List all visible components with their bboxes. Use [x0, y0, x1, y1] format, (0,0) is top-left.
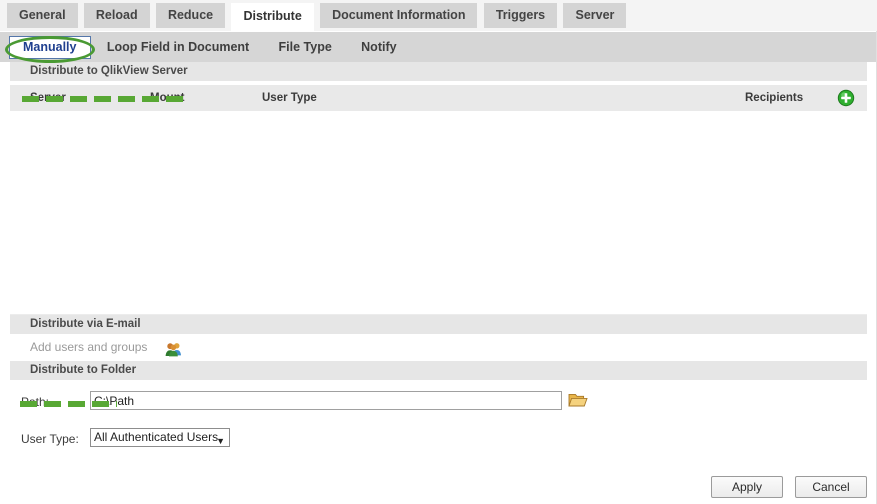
- action-footer: Apply Cancel: [0, 466, 877, 504]
- column-header-user-type: User Type: [262, 92, 317, 104]
- qvs-grid-body[interactable]: [10, 111, 867, 315]
- folder-section-body: Path: User Type: All Authenticated Users…: [10, 380, 867, 456]
- sub-tab-strip: Manually Loop Field in Document File Typ…: [0, 31, 877, 62]
- tab-general[interactable]: General: [7, 3, 78, 28]
- section-header-qlikview-server: Distribute to QlikView Server: [10, 62, 867, 81]
- path-field-row: Path:: [10, 391, 867, 419]
- chevron-down-icon: ▼: [216, 436, 225, 446]
- user-type-select[interactable]: All Authenticated Users ▼: [90, 428, 230, 447]
- tab-distribute[interactable]: Distribute: [231, 3, 314, 31]
- qmc-distribute-page: General Reload Reduce Distribute Documen…: [0, 0, 877, 504]
- users-group-icon[interactable]: [165, 340, 183, 357]
- main-tab-strip: General Reload Reduce Distribute Documen…: [0, 0, 877, 31]
- distribute-content: Distribute to QlikView Server Server Mou…: [0, 62, 877, 504]
- column-header-mount: Mount: [150, 92, 185, 104]
- tab-triggers[interactable]: Triggers: [483, 3, 558, 28]
- apply-button[interactable]: Apply: [711, 476, 783, 498]
- add-users-and-groups-label: Add users and groups: [30, 340, 148, 354]
- folder-open-icon[interactable]: [568, 391, 588, 409]
- tab-server[interactable]: Server: [563, 3, 627, 28]
- section-header-email: Distribute via E-mail: [10, 315, 867, 334]
- user-type-label: User Type:: [21, 432, 79, 446]
- tab-document-information[interactable]: Document Information: [320, 3, 478, 28]
- subtab-file-type[interactable]: File Type: [266, 36, 345, 59]
- path-label: Path:: [21, 395, 50, 409]
- qvs-grid-header: Server Mount User Type Recipients: [10, 85, 867, 111]
- subtab-manually[interactable]: Manually: [9, 36, 91, 59]
- user-type-field-row: User Type: All Authenticated Users ▼: [10, 428, 867, 456]
- email-add-users-row[interactable]: Add users and groups: [10, 334, 867, 361]
- path-input[interactable]: [90, 391, 562, 410]
- tab-reduce[interactable]: Reduce: [155, 3, 226, 28]
- section-header-folder: Distribute to Folder: [10, 361, 867, 380]
- column-header-recipients: Recipients: [745, 92, 804, 104]
- subtab-notify[interactable]: Notify: [348, 36, 409, 59]
- subtab-loop-field-in-document[interactable]: Loop Field in Document: [94, 36, 262, 59]
- user-type-selected-value: All Authenticated Users: [94, 430, 219, 444]
- cancel-button[interactable]: Cancel: [795, 476, 867, 498]
- tab-reload[interactable]: Reload: [83, 3, 150, 28]
- column-header-server: Server: [30, 92, 66, 104]
- add-circle-icon[interactable]: [837, 89, 855, 107]
